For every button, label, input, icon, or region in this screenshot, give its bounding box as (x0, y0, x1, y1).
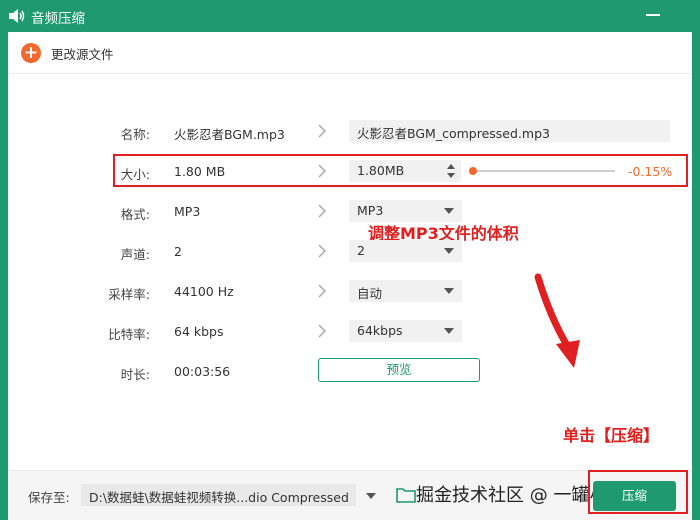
speaker-wave-icon (9, 9, 25, 23)
spin-down-icon[interactable] (447, 173, 455, 178)
source-sample-rate: 44100 Hz (174, 284, 234, 299)
output-size-value: 1.80MB (357, 163, 405, 178)
bitrate-select[interactable]: 64kbps (349, 320, 462, 342)
sample-rate-select-value: 自动 (357, 286, 383, 301)
source-name: 火影忍者BGM.mp3 (174, 127, 285, 142)
chevron-right-icon (318, 324, 327, 338)
output-name-field[interactable]: 火影忍者BGM_compressed.mp3 (349, 120, 670, 142)
output-size-stepper[interactable]: 1.80MB (349, 160, 461, 182)
duration-label: 时长: (120, 367, 150, 382)
source-size: 1.80 MB (174, 164, 226, 179)
source-format: MP3 (174, 204, 201, 219)
channel-select-value: 2 (357, 243, 365, 258)
preview-button[interactable]: 预览 (318, 358, 480, 382)
size-slider-track[interactable] (470, 170, 615, 172)
channel-select[interactable]: 2 (349, 240, 462, 262)
channel-label: 声道: (120, 247, 150, 262)
size-ratio: -0.15% (628, 164, 673, 179)
source-bitrate: 64 kbps (174, 324, 224, 339)
name-label: 名称: (120, 127, 150, 142)
caret-down-icon (366, 493, 376, 499)
compression-form: 名称: 火影忍者BGM.mp3 火影忍者BGM_compressed.mp3 大… (8, 32, 692, 520)
window-title: 音频压缩 (31, 11, 85, 27)
spin-up-icon[interactable] (447, 164, 455, 169)
chevron-right-icon (318, 124, 327, 138)
format-label: 格式: (120, 207, 150, 222)
chevron-right-icon (318, 244, 327, 258)
minimize-icon (646, 14, 660, 16)
size-slider-knob[interactable] (469, 167, 477, 175)
minimize-button[interactable] (638, 4, 668, 28)
caret-down-icon (444, 208, 454, 214)
format-select[interactable]: MP3 (349, 200, 462, 222)
annotation-click: 单击【压缩】 (563, 426, 660, 445)
folder-icon[interactable] (396, 486, 416, 504)
bitrate-select-value: 64kbps (357, 323, 403, 338)
source-channel: 2 (174, 244, 182, 259)
compress-button-highlight (588, 470, 688, 514)
caret-down-icon (444, 328, 454, 334)
caret-down-icon (444, 248, 454, 254)
chevron-right-icon (318, 284, 327, 298)
annotation-arrow-icon (534, 273, 580, 368)
save-path-dropdown[interactable] (358, 484, 383, 506)
sample-rate-select[interactable]: 自动 (349, 280, 462, 302)
caret-down-icon (444, 288, 454, 294)
save-to-label: 保存至: (28, 490, 70, 505)
save-path-field[interactable]: D:\数据蛙\数据蛙视频转换...dio Compressed (81, 484, 356, 506)
source-duration: 00:03:56 (174, 364, 231, 379)
main-panel: + 更改源文件 名称: 火影忍者BGM.mp3 火影忍者BGM_compress… (8, 32, 692, 520)
size-label: 大小: (120, 167, 150, 182)
chevron-right-icon (318, 204, 327, 218)
bitrate-label: 比特率: (108, 327, 150, 342)
title-bar: 音频压缩 (0, 0, 700, 32)
chevron-right-icon (318, 164, 327, 178)
sample-rate-label: 采样率: (108, 287, 150, 302)
format-select-value: MP3 (357, 203, 384, 218)
